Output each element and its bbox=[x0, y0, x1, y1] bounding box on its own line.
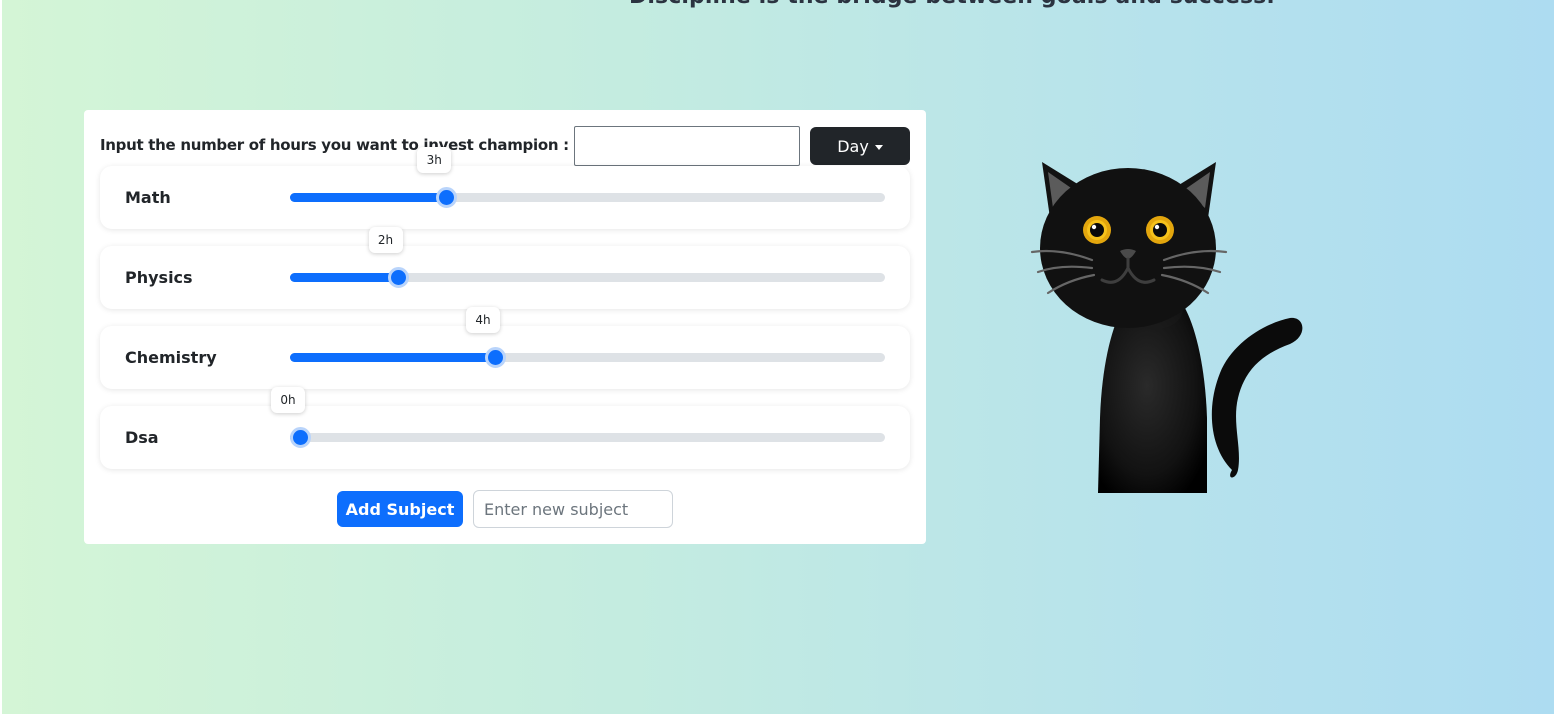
hours-slider-track[interactable]: 2h bbox=[290, 227, 885, 288]
hours-slider-fill bbox=[290, 353, 495, 362]
black-cat-illustration bbox=[1030, 162, 1303, 493]
hours-slider-thumb[interactable] bbox=[290, 427, 311, 448]
hours-slider-thumb[interactable] bbox=[485, 347, 506, 368]
hours-slider-fill bbox=[290, 273, 398, 282]
caret-down-icon bbox=[874, 144, 883, 150]
hours-slider-track[interactable]: 3h bbox=[290, 147, 885, 208]
page-left-edge bbox=[0, 0, 2, 716]
hours-slider-thumb[interactable] bbox=[436, 187, 458, 208]
motivational-quote: Discipline is the bridge between goals a… bbox=[629, 0, 1275, 9]
period-dropdown-label: Day bbox=[837, 136, 869, 156]
add-subject-button[interactable]: Add Subject bbox=[337, 491, 463, 527]
hours-input[interactable] bbox=[574, 126, 800, 166]
period-dropdown[interactable]: Day bbox=[810, 127, 910, 165]
subject-row-dsa: Dsa 0h bbox=[100, 387, 910, 469]
hours-value-badge: 0h bbox=[271, 387, 305, 413]
subject-row-math: Math 3h bbox=[100, 147, 910, 229]
cat-tail bbox=[1211, 317, 1303, 478]
hours-prompt-label: Input the number of hours you want to in… bbox=[100, 136, 569, 154]
subject-row-physics: Physics 2h bbox=[100, 227, 910, 309]
subject-row-chemistry: Chemistry 4h bbox=[100, 307, 910, 389]
new-subject-input[interactable] bbox=[473, 490, 673, 528]
subject-name: Math bbox=[125, 188, 171, 207]
cat-head bbox=[1040, 168, 1216, 328]
hours-slider-track[interactable]: 0h bbox=[271, 387, 885, 448]
hours-slider-fill bbox=[290, 193, 447, 202]
subject-name: Physics bbox=[125, 268, 193, 287]
hours-slider-track[interactable]: 4h bbox=[290, 307, 885, 368]
planner-card: Input the number of hours you want to in… bbox=[84, 110, 926, 544]
hours-value-badge: 3h bbox=[417, 147, 452, 173]
hours-value-badge: 4h bbox=[466, 307, 500, 333]
hours-slider-thumb[interactable] bbox=[387, 267, 409, 288]
subject-name: Chemistry bbox=[125, 348, 217, 367]
subject-name: Dsa bbox=[125, 428, 159, 447]
hours-value-badge: 2h bbox=[368, 227, 403, 253]
